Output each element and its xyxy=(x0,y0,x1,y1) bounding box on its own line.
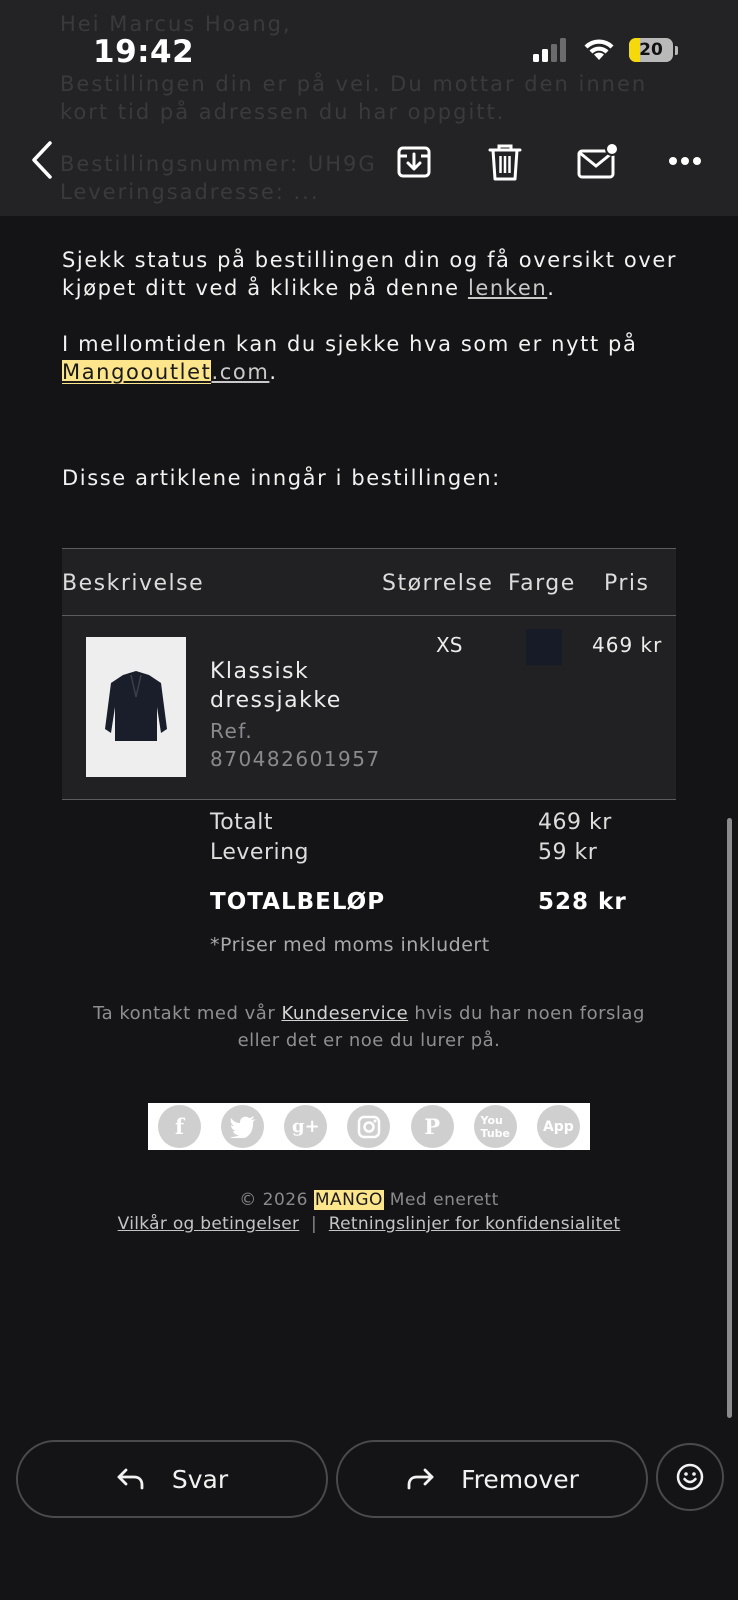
scrolled-address: Leveringsadresse: ... xyxy=(60,180,320,204)
reply-button[interactable]: Svar xyxy=(16,1440,328,1518)
news-paragraph: I mellomtiden kan du sjekke hva som er n… xyxy=(62,332,638,384)
jacket-image xyxy=(105,671,167,741)
table-header-size: Størrelse xyxy=(382,571,494,596)
table-header-color: Farge xyxy=(508,571,576,596)
cellular-signal-icon xyxy=(533,38,566,62)
wifi-icon xyxy=(584,39,614,60)
delivery-label: Levering xyxy=(210,840,310,865)
product-price: 469 kr xyxy=(592,633,663,657)
mango-outlet-link[interactable]: Mangooutlet.com xyxy=(62,360,269,384)
reply-icon xyxy=(117,1468,144,1490)
product-image[interactable] xyxy=(86,637,186,777)
scrolled-text-line: Bestillingen din er på vei. Du mottar de… xyxy=(60,72,648,96)
product-size: XS xyxy=(436,633,463,657)
order-status-paragraph: Sjekk status på bestillingen din og få o… xyxy=(62,248,678,300)
facebook-icon[interactable]: f xyxy=(158,1105,202,1148)
total-value: 469 kr xyxy=(538,810,612,835)
order-items-table: Beskrivelse Størrelse Farge Pris Klassis… xyxy=(62,548,676,800)
scrollbar[interactable] xyxy=(727,818,732,1418)
top-navigation-bar: Hei Marcus Hoang, Bestillingen din er på… xyxy=(0,0,738,216)
instagram-icon[interactable] xyxy=(347,1105,391,1148)
forward-icon xyxy=(407,1468,434,1490)
product-color-swatch xyxy=(526,629,562,665)
emoji-reaction-button[interactable] xyxy=(656,1443,724,1511)
scrolled-greeting: Hei Marcus Hoang, xyxy=(60,12,292,36)
total-label: Totalt xyxy=(210,810,274,835)
social-icons-bar: f g+ P You Tube App xyxy=(148,1103,590,1150)
more-options-icon[interactable] xyxy=(668,156,702,166)
archive-icon[interactable] xyxy=(396,144,432,180)
pinterest-icon[interactable]: P xyxy=(410,1105,454,1148)
table-header-description: Beskrivelse xyxy=(62,571,205,596)
forward-button[interactable]: Fremover xyxy=(336,1440,648,1518)
order-status-link[interactable]: lenken xyxy=(468,276,547,300)
terms-link[interactable]: Vilkår og betingelser xyxy=(118,1214,300,1234)
googleplus-icon[interactable]: g+ xyxy=(284,1105,328,1148)
twitter-icon[interactable] xyxy=(221,1105,265,1148)
copyright: © 2026 MANGO Med enerett xyxy=(239,1190,499,1210)
status-time: 19:42 xyxy=(93,34,195,70)
youtube-icon[interactable]: You Tube xyxy=(473,1105,517,1148)
scrolled-order-number: Bestillingsnummer: UH9G xyxy=(60,152,377,176)
customer-service-link[interactable]: Kundeservice xyxy=(281,1003,408,1024)
back-icon[interactable] xyxy=(28,140,56,180)
footer-links: Vilkår og betingelser | Retningslinjer f… xyxy=(117,1214,621,1234)
scrolled-text-line: kort tid på adressen du har oppgitt. xyxy=(60,100,506,124)
product-ref: Ref. 870482601957 xyxy=(210,719,381,771)
grand-total-label: TOTALBELØP xyxy=(210,889,386,915)
vat-note: *Priser med moms inkludert xyxy=(210,934,490,956)
mark-unread-icon[interactable] xyxy=(576,142,620,180)
status-icons: 20 xyxy=(533,38,678,62)
privacy-policy-link[interactable]: Retningslinjer for konfidensialitet xyxy=(329,1214,621,1234)
contact-text: Ta kontakt med vår Kundeservice hvis du … xyxy=(93,1003,645,1051)
battery-icon: 20 xyxy=(629,38,673,62)
trash-icon[interactable] xyxy=(488,142,522,182)
items-intro: Disse artiklene inngår i bestillingen: xyxy=(62,466,501,490)
smiley-icon xyxy=(676,1463,704,1491)
app-icon[interactable]: App xyxy=(536,1105,580,1148)
grand-total-value: 528 kr xyxy=(538,889,627,915)
product-name[interactable]: Klassisk dressjakke xyxy=(210,657,400,715)
brand-name: MANGO xyxy=(313,1190,384,1210)
delivery-value: 59 kr xyxy=(538,840,598,865)
table-header-price: Pris xyxy=(604,571,650,596)
